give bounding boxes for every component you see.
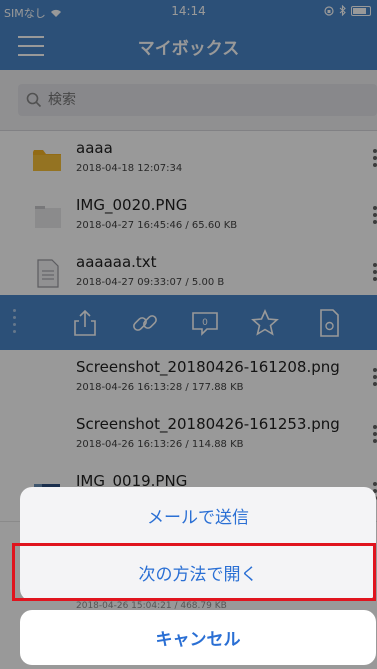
highlight-box	[12, 543, 376, 601]
cancel-button[interactable]: キャンセル	[20, 610, 376, 665]
send-email-button[interactable]: メールで送信	[20, 487, 376, 545]
